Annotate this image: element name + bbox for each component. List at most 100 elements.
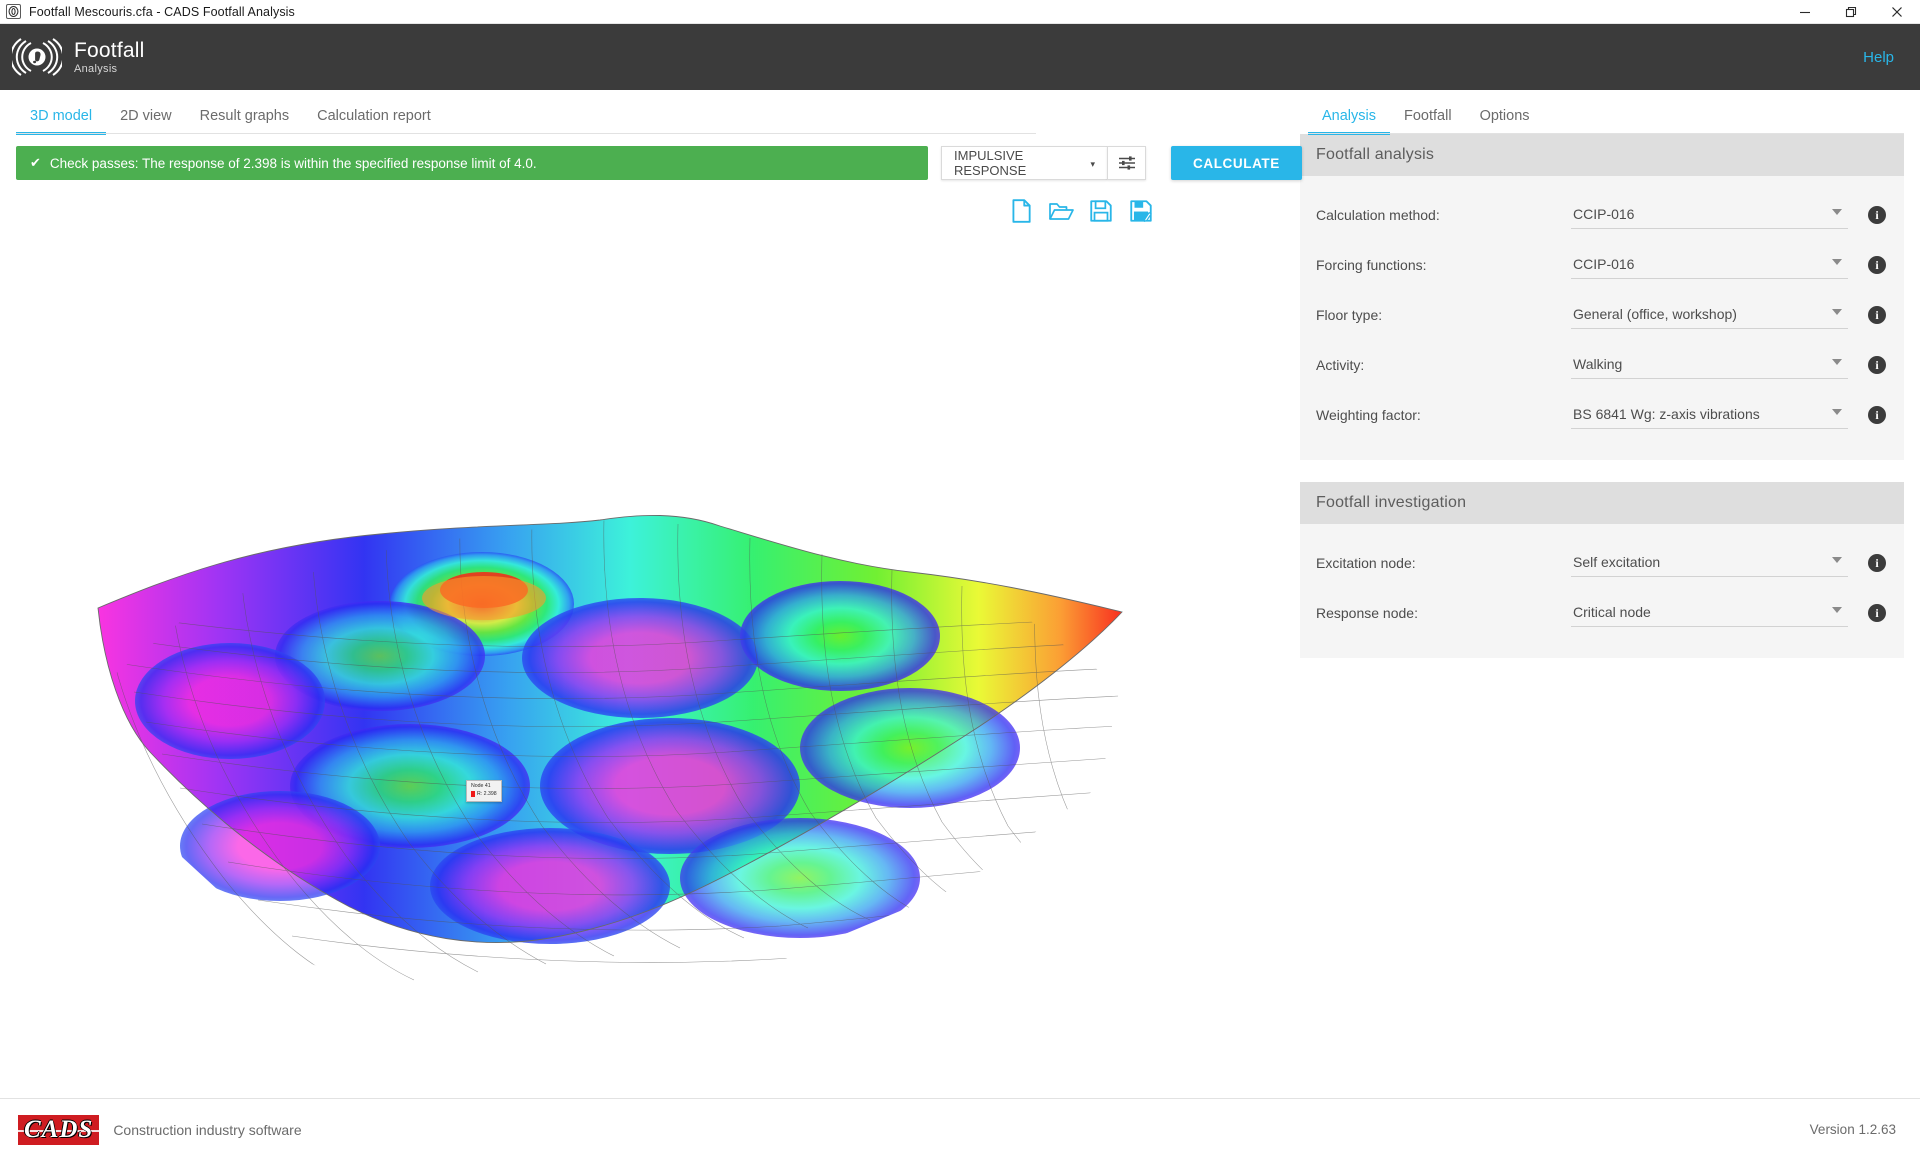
info-icon[interactable]: i: [1868, 406, 1886, 424]
calculation-controls: IMPULSIVE RESPONSE ▾ CALCULATE: [941, 146, 1302, 180]
settings-tabs-divider: [1308, 133, 1904, 134]
weighting-factor-select[interactable]: BS 6841 Wg: z-axis vibrations: [1571, 401, 1848, 429]
node-tooltip-response: R: 2.398: [477, 790, 497, 797]
field-label: Forcing functions:: [1316, 257, 1427, 273]
save-icon[interactable]: [1088, 198, 1114, 224]
brand: Footfall Analysis: [12, 36, 144, 78]
footfall-analysis-card: Footfall analysis Calculation method: CC…: [1300, 134, 1904, 460]
main-tabs: 3D model 2D view Result graphs Calculati…: [0, 90, 1292, 135]
tab-3d-model[interactable]: 3D model: [16, 108, 107, 135]
field-label: Response node:: [1316, 605, 1418, 621]
activity-select[interactable]: Walking: [1571, 351, 1848, 379]
window-title: Footfall Mescouris.cfa - CADS Footfall A…: [29, 4, 295, 19]
new-file-icon[interactable]: [1008, 198, 1034, 224]
field-floor-type: Floor type: General (office, workshop) i: [1316, 290, 1886, 340]
brand-subtitle: Analysis: [74, 62, 118, 75]
field-forcing-functions: Forcing functions: CCIP-016 i: [1316, 240, 1886, 290]
settings-button[interactable]: [1107, 146, 1146, 180]
forcing-functions-select[interactable]: CCIP-016: [1571, 251, 1848, 279]
tab-2d-view[interactable]: 2D view: [106, 108, 186, 134]
app-header: Footfall Analysis Help: [0, 24, 1920, 90]
minimize-icon: [1800, 11, 1810, 14]
excitation-node-select[interactable]: Self excitation: [1571, 549, 1848, 577]
tab-analysis-label: Analysis: [1322, 108, 1376, 124]
footer-version: Version 1.2.63: [1809, 1122, 1896, 1137]
tabs-divider: [16, 133, 1036, 134]
footfall-investigation-title: Footfall investigation: [1300, 482, 1904, 524]
tab-options[interactable]: Options: [1466, 108, 1544, 134]
window-controls: [1782, 0, 1920, 24]
save-as-icon[interactable]: [1128, 198, 1154, 224]
field-weighting-factor: Weighting factor: BS 6841 Wg: z-axis vib…: [1316, 390, 1886, 440]
footfall-investigation-body: Excitation node: Self excitation i Respo…: [1300, 524, 1904, 658]
info-icon[interactable]: i: [1868, 256, 1886, 274]
app-footer: CADS Construction industry software Vers…: [0, 1098, 1920, 1160]
calculation-method-select[interactable]: CCIP-016: [1571, 201, 1848, 229]
floor-type-select[interactable]: General (office, workshop): [1571, 301, 1848, 329]
brand-name: Footfall: [74, 38, 145, 62]
footer-left: CADS Construction industry software: [18, 1114, 302, 1145]
file-toolbar: [1008, 198, 1154, 224]
check-icon: ✔: [30, 155, 41, 170]
field-activity: Activity: Walking i: [1316, 340, 1886, 390]
settings-tabs: Analysis Footfall Options: [1300, 90, 1904, 135]
footfall-investigation-card: Footfall investigation Excitation node: …: [1300, 482, 1904, 658]
cads-logo-text: CADS: [24, 1115, 94, 1143]
help-link[interactable]: Help: [1863, 49, 1894, 66]
chevron-down-icon: ▾: [1090, 158, 1096, 169]
field-response-node: Response node: Critical node i: [1316, 588, 1886, 638]
left-pane: 3D model 2D view Result graphs Calculati…: [0, 90, 1302, 1098]
status-banner: ✔ Check passes: The response of 2.398 is…: [16, 146, 928, 180]
footfall-analysis-body: Calculation method: CCIP-016 i Forcing f…: [1300, 176, 1904, 460]
minimize-button[interactable]: [1782, 0, 1828, 24]
field-label: Excitation node:: [1316, 555, 1416, 571]
open-folder-icon[interactable]: [1048, 198, 1074, 224]
info-icon[interactable]: i: [1868, 206, 1886, 224]
field-excitation-node: Excitation node: Self excitation i: [1316, 538, 1886, 588]
footfall-logo-icon: [12, 38, 62, 76]
tab-footfall-label: Footfall: [1404, 108, 1452, 124]
app-logo-icon: [6, 4, 21, 19]
tab-analysis[interactable]: Analysis: [1308, 108, 1390, 135]
response-node-select[interactable]: Critical node: [1571, 599, 1848, 627]
field-calculation-method: Calculation method: CCIP-016 i: [1316, 190, 1886, 240]
status-and-controls-row: ✔ Check passes: The response of 2.398 is…: [0, 134, 1302, 180]
response-type-value: IMPULSIVE RESPONSE: [954, 148, 1027, 178]
restore-icon: [1845, 6, 1857, 18]
tab-3d-model-label: 3D model: [30, 108, 93, 124]
field-label: Activity:: [1316, 357, 1365, 373]
tab-options-label: Options: [1479, 108, 1530, 124]
info-icon[interactable]: i: [1868, 604, 1886, 622]
sliders-icon: [1118, 156, 1135, 170]
field-label: Calculation method:: [1316, 207, 1440, 223]
status-message: Check passes: The response of 2.398 is w…: [49, 155, 537, 171]
footfall-analysis-title: Footfall analysis: [1300, 134, 1904, 176]
info-icon[interactable]: i: [1868, 356, 1886, 374]
tab-2d-view-label: 2D view: [120, 108, 172, 124]
field-label: Weighting factor:: [1316, 407, 1421, 423]
tab-result-graphs[interactable]: Result graphs: [186, 108, 303, 134]
model-viewport[interactable]: Node 41 R: 2.398 Response: 2.40 2.13: [0, 286, 1292, 1098]
app-body: 3D model 2D view Result graphs Calculati…: [0, 90, 1920, 1098]
tab-calculation-report[interactable]: Calculation report: [303, 108, 445, 134]
info-icon[interactable]: i: [1868, 554, 1886, 572]
right-pane: Analysis Footfall Options Footfall analy…: [1292, 90, 1920, 1098]
tab-result-graphs-label: Result graphs: [199, 108, 290, 124]
info-icon[interactable]: i: [1868, 306, 1886, 324]
footfall-response-surface[interactable]: [80, 486, 1140, 1046]
maximize-button[interactable]: [1828, 0, 1874, 24]
surface-mesh: [97, 515, 1123, 987]
tab-calculation-report-label: Calculation report: [317, 108, 431, 124]
node-tooltip-swatch: [471, 791, 475, 798]
tab-footfall[interactable]: Footfall: [1390, 108, 1466, 134]
window-title-bar: Footfall Mescouris.cfa - CADS Footfall A…: [0, 0, 1920, 24]
calculate-button[interactable]: CALCULATE: [1171, 146, 1302, 180]
footer-tagline: Construction industry software: [113, 1121, 302, 1138]
cads-logo: CADS: [18, 1114, 100, 1145]
close-icon: [1892, 7, 1902, 17]
field-label: Floor type:: [1316, 307, 1383, 323]
close-button[interactable]: [1874, 0, 1920, 24]
response-type-dropdown[interactable]: IMPULSIVE RESPONSE ▾: [941, 146, 1108, 180]
node-tooltip: Node 41 R: 2.398: [466, 780, 502, 803]
node-tooltip-node: Node 41: [471, 783, 491, 789]
